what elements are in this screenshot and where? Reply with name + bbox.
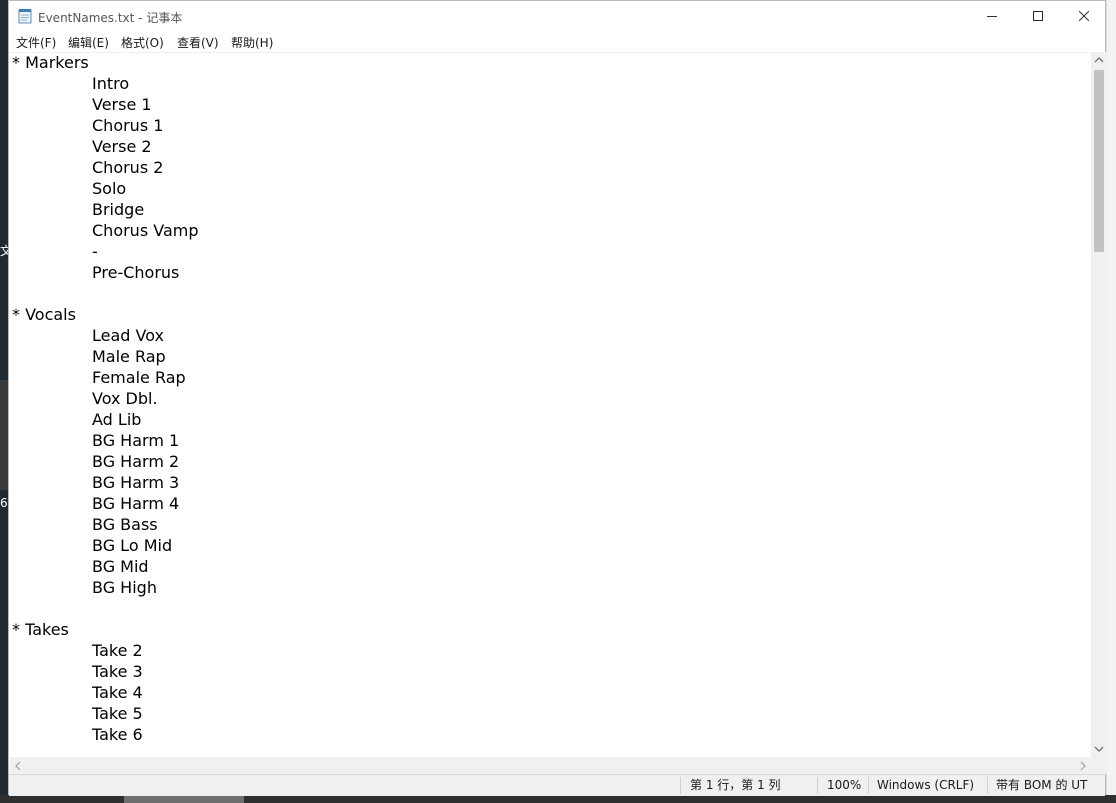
text-line: Vox Dbl. — [92, 389, 158, 408]
title-bar[interactable]: EventNames.txt - 记事本 — [9, 1, 1105, 31]
section-heading-line: * Markers — [12, 53, 89, 72]
text-line: Take 4 — [92, 683, 143, 702]
text-line: Solo — [92, 179, 127, 198]
text-line: - — [92, 242, 98, 261]
notepad-icon — [18, 9, 32, 24]
text-line: Male Rap — [92, 347, 166, 366]
text-line: Verse 2 — [92, 137, 152, 156]
text-line: Intro — [92, 74, 130, 93]
status-divider — [987, 777, 988, 794]
text-line: BG Harm 4 — [92, 494, 180, 513]
scroll-down-icon[interactable] — [1094, 745, 1104, 753]
text-line: Chorus Vamp — [92, 221, 199, 240]
cursor-position: 第 1 行，第 1 列 — [690, 778, 781, 792]
background-window-right — [1106, 0, 1116, 803]
desktop-background-strip — [0, 380, 8, 490]
status-bar: 第 1 行，第 1 列 100% Windows (CRLF) 带有 BOM 的… — [9, 774, 1105, 796]
scrollbar-corner — [1091, 757, 1107, 774]
notepad-window: EventNames.txt - 记事本 文件(F) 编辑(E) 格式(O) 查… — [8, 0, 1107, 796]
text-line: BG Harm 1 — [92, 431, 180, 450]
section-heading-line: * Takes — [12, 620, 69, 639]
text-line: Take 6 — [92, 725, 143, 744]
text-editor[interactable]: * Markers Intro Verse 1 Chorus 1 Verse 2 Chor… — [10, 52, 1089, 757]
desktop-background-left: 文 6 — [0, 0, 12, 803]
menu-view[interactable]: 查看(V) — [176, 34, 220, 51]
status-divider — [868, 777, 869, 794]
vertical-scroll-thumb[interactable] — [1094, 70, 1104, 252]
vertical-scrollbar[interactable] — [1091, 52, 1107, 757]
scroll-right-icon[interactable] — [1079, 761, 1087, 771]
menu-format[interactable]: 格式(O) — [120, 34, 165, 51]
text-line: Lead Vox — [92, 326, 164, 345]
status-divider — [817, 777, 818, 794]
close-icon — [1079, 11, 1089, 21]
menu-bar: 文件(F) 编辑(E) 格式(O) 查看(V) 帮助(H) — [9, 31, 1105, 53]
text-line: Female Rap — [92, 368, 186, 387]
text-line: Chorus 2 — [92, 158, 164, 177]
text-line: BG Harm 2 — [92, 452, 180, 471]
minimize-button[interactable] — [969, 1, 1015, 31]
text-line: BG Lo Mid — [92, 536, 173, 555]
text-line: Chorus 1 — [92, 116, 164, 135]
window-title: EventNames.txt - 记事本 — [38, 11, 183, 25]
minimize-icon — [987, 16, 997, 17]
text-line: BG High — [92, 578, 157, 597]
text-line: BG Harm 3 — [92, 473, 180, 492]
text-line: Bridge — [92, 200, 145, 219]
desktop-background-bottom — [0, 795, 1116, 803]
background-tab — [124, 795, 244, 803]
text-line: Ad Lib — [92, 410, 142, 429]
encoding: 带有 BOM 的 UT — [996, 778, 1088, 792]
text-line: Take 5 — [92, 704, 143, 723]
scroll-left-icon[interactable] — [14, 761, 22, 771]
maximize-icon — [1033, 11, 1043, 21]
menu-file[interactable]: 文件(F) — [15, 34, 57, 51]
close-button[interactable] — [1061, 1, 1107, 31]
menu-help[interactable]: 帮助(H) — [230, 34, 274, 51]
text-line: Pre-Chorus — [92, 263, 180, 282]
text-line: Verse 1 — [92, 95, 152, 114]
zoom-level: 100% — [827, 778, 862, 792]
text-line: Take 2 — [92, 641, 143, 660]
line-ending: Windows (CRLF) — [877, 778, 975, 792]
maximize-button[interactable] — [1015, 1, 1061, 31]
status-divider — [680, 777, 681, 794]
menu-edit[interactable]: 编辑(E) — [67, 34, 110, 51]
scroll-up-icon[interactable] — [1094, 56, 1104, 64]
text-line: BG Mid — [92, 557, 149, 576]
background-glyph: 6 — [0, 496, 8, 510]
text-line: BG Bass — [92, 515, 158, 534]
horizontal-scrollbar[interactable] — [10, 757, 1091, 774]
section-heading-line: * Vocals — [12, 305, 76, 324]
text-line: Take 3 — [92, 662, 143, 681]
